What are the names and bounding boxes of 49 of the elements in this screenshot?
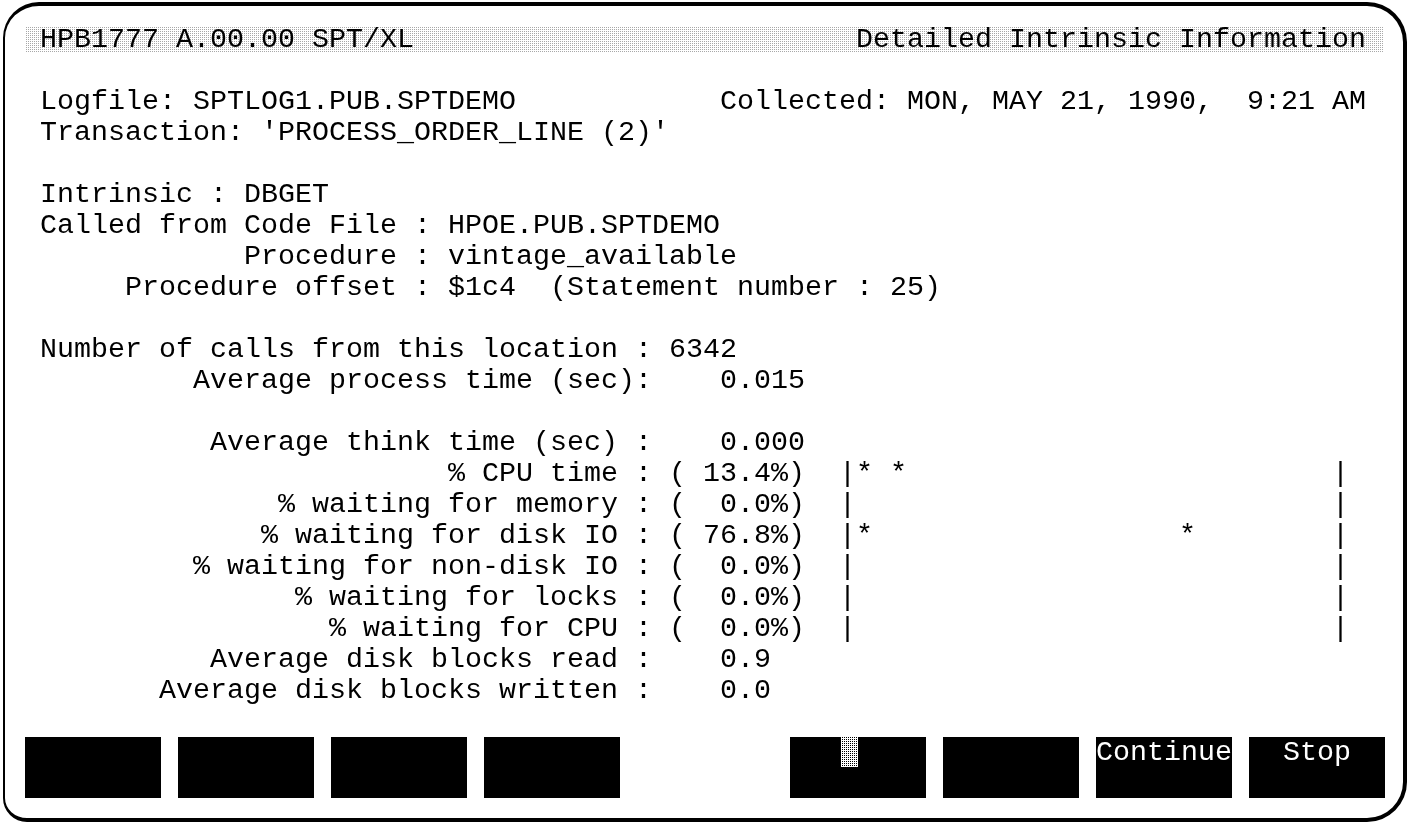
histogram-text: | | xyxy=(839,489,1349,520)
function-key[interactable] xyxy=(790,737,926,798)
stat-label: Average disk blocks read : xyxy=(209,644,652,675)
stat-value: 0.015 xyxy=(720,365,805,396)
stat-label: % waiting for locks : xyxy=(294,582,652,613)
field-value: HPOE.PUB.SPTDEMO xyxy=(448,210,720,241)
percent-value: ( 0.0%) xyxy=(669,489,805,520)
stat-value: 0.9 xyxy=(720,644,771,675)
field-label: Logfile: xyxy=(40,86,176,117)
percent-value: ( 76.8%) xyxy=(669,520,805,551)
percent-value: ( 0.0%) xyxy=(669,551,805,582)
stat-label: Average think time (sec) : xyxy=(209,427,652,458)
field-label: Collected: xyxy=(720,86,890,117)
histogram-text: |* * | xyxy=(839,520,1349,551)
percent-value: ( 0.0%) xyxy=(669,582,805,613)
histogram-text: | | xyxy=(839,551,1349,582)
percent-value: ( 13.4%) xyxy=(669,458,805,489)
histogram-text: |* * | xyxy=(839,458,1349,489)
field-value: 'PROCESS_ORDER_LINE (2)' xyxy=(261,117,669,148)
field-label: Procedure : xyxy=(243,241,431,272)
stat-value: 0.000 xyxy=(720,427,805,458)
stat-label: Number of calls from this location : xyxy=(40,334,652,365)
field-value: DBGET xyxy=(244,179,329,210)
statement-note: (Statement number : 25) xyxy=(550,272,941,303)
stat-label: Average process time (sec): xyxy=(192,365,652,396)
stat-value: 6342 xyxy=(669,334,737,365)
function-key[interactable]: Continue xyxy=(1096,737,1232,798)
stat-label: % waiting for CPU : xyxy=(328,613,652,644)
stat-label: % waiting for memory : xyxy=(277,489,652,520)
field-label: Called from Code File : xyxy=(40,210,431,241)
stat-label: % CPU time : xyxy=(447,458,652,489)
field-label: Transaction: xyxy=(40,117,244,148)
field-value: MON, MAY 21, 1990, 9:21 AM xyxy=(907,86,1366,117)
screen-title: Detailed Intrinsic Information xyxy=(856,26,1366,53)
stat-value: 0.0 xyxy=(720,675,771,706)
stat-label: % waiting for non-disk IO : xyxy=(192,551,652,582)
stat-label: % waiting for disk IO : xyxy=(260,520,652,551)
field-label: Procedure offset : xyxy=(124,272,431,303)
histogram-text: | | xyxy=(839,613,1349,644)
product-version: HPB1777 A.00.00 SPT/XL xyxy=(40,26,414,53)
stat-label: Average disk blocks written : xyxy=(158,675,652,706)
field-value: $1c4 xyxy=(448,272,516,303)
percent-value: ( 0.0%) xyxy=(669,613,805,644)
histogram-text: | | xyxy=(839,582,1349,613)
field-value: vintage_available xyxy=(448,241,737,272)
field-value: SPTLOG1.PUB.SPTDEMO xyxy=(193,86,516,117)
field-label: Intrinsic : xyxy=(40,179,227,210)
text-cursor-icon xyxy=(841,737,858,767)
function-key[interactable]: Stop xyxy=(1249,737,1385,798)
